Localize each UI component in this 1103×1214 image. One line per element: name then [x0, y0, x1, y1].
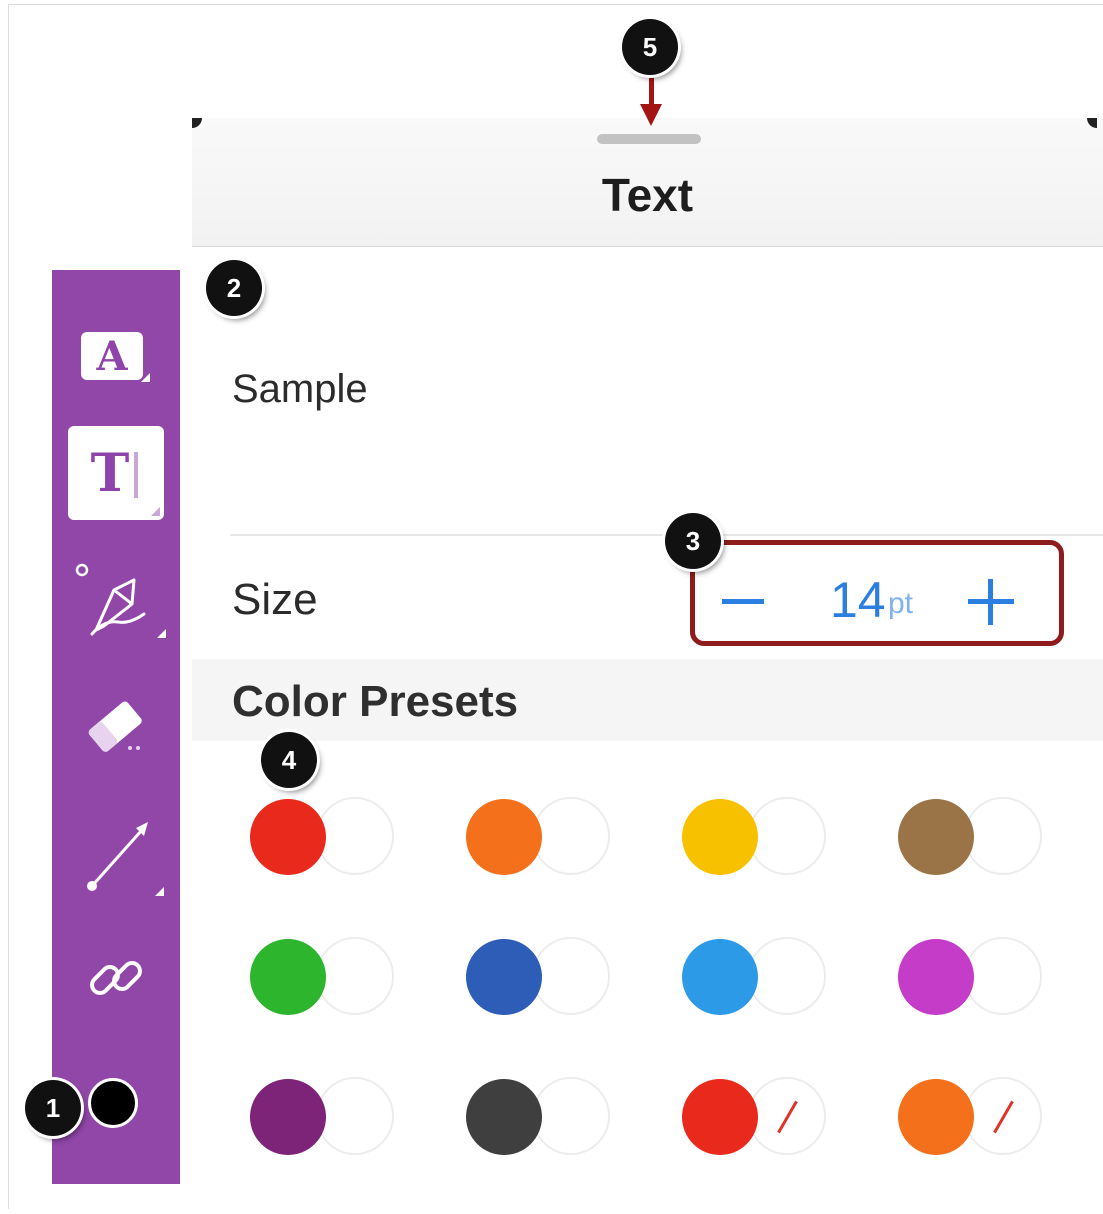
swatch-fill [682, 799, 758, 875]
line-tool[interactable] [80, 816, 164, 896]
size-label: Size [232, 575, 318, 624]
swatch-fill [898, 939, 974, 1015]
pen-icon [75, 563, 146, 636]
callout-2: 2 [206, 260, 262, 316]
swatch-fill [250, 1079, 326, 1155]
callout-5: 5 [622, 19, 678, 75]
link-tool[interactable] [84, 946, 148, 1010]
pen-tool[interactable] [74, 560, 166, 640]
swatch-background [532, 1077, 610, 1155]
current-color-button[interactable] [88, 1078, 138, 1128]
corner-mark [1087, 118, 1097, 128]
color-swatch[interactable] [466, 1077, 612, 1157]
text-insert-tool[interactable]: T [68, 426, 164, 520]
color-swatch[interactable] [466, 797, 612, 877]
color-swatch[interactable] [898, 937, 1044, 1017]
swatch-background [748, 797, 826, 875]
swatch-fill [250, 939, 326, 1015]
link-icon [90, 961, 142, 995]
submenu-corner-icon [155, 887, 164, 896]
t-cursor-icon: T [90, 442, 130, 504]
stepper-highlight [690, 540, 1064, 646]
annotation-toolbar: A T [52, 270, 180, 1184]
color-presets-header: Color Presets [192, 659, 1103, 741]
panel-title: Text [601, 169, 694, 221]
panel-header: Text [192, 118, 1103, 247]
a-letter-icon: A [81, 332, 143, 380]
swatch-fill [682, 939, 758, 1015]
swatch-fill [898, 1079, 974, 1155]
swatch-background [316, 797, 394, 875]
swatch-background [532, 937, 610, 1015]
corner-mark [192, 118, 202, 128]
color-swatch[interactable] [898, 797, 1044, 877]
submenu-corner-icon [157, 629, 166, 638]
color-swatch[interactable] [682, 1077, 828, 1157]
color-swatch[interactable] [250, 797, 396, 877]
eraser-icon [88, 701, 142, 752]
swatch-background [964, 797, 1042, 875]
callout-1: 1 [25, 1080, 81, 1136]
text-style-tool[interactable]: A [74, 318, 150, 394]
color-swatch[interactable] [682, 797, 828, 877]
swatch-fill [898, 799, 974, 875]
line-arrow-icon [87, 822, 148, 891]
swatch-background [316, 1077, 394, 1155]
color-swatch[interactable] [250, 1077, 396, 1157]
callout-3: 3 [665, 513, 721, 569]
swatch-fill [682, 1079, 758, 1155]
eraser-tool[interactable] [80, 690, 152, 762]
drag-handle[interactable] [597, 134, 701, 144]
swatch-fill [466, 1079, 542, 1155]
swatch-fill [250, 799, 326, 875]
color-swatch-grid [250, 797, 1070, 1157]
submenu-corner-icon [151, 507, 160, 516]
color-swatch[interactable] [682, 937, 828, 1017]
submenu-corner-icon [141, 373, 150, 382]
swatch-background [532, 797, 610, 875]
callout-4: 4 [261, 732, 317, 788]
swatch-fill [466, 799, 542, 875]
sample-preview: Sample [232, 367, 368, 411]
color-swatch[interactable] [250, 937, 396, 1017]
color-presets-label: Color Presets [232, 677, 519, 726]
color-swatch[interactable] [898, 1077, 1044, 1157]
swatch-background [316, 937, 394, 1015]
arrow-down-icon [640, 104, 662, 126]
swatch-background [964, 937, 1042, 1015]
swatch-background [748, 937, 826, 1015]
swatch-fill [466, 939, 542, 1015]
text-cursor-bar [134, 452, 138, 498]
color-swatch[interactable] [466, 937, 612, 1017]
